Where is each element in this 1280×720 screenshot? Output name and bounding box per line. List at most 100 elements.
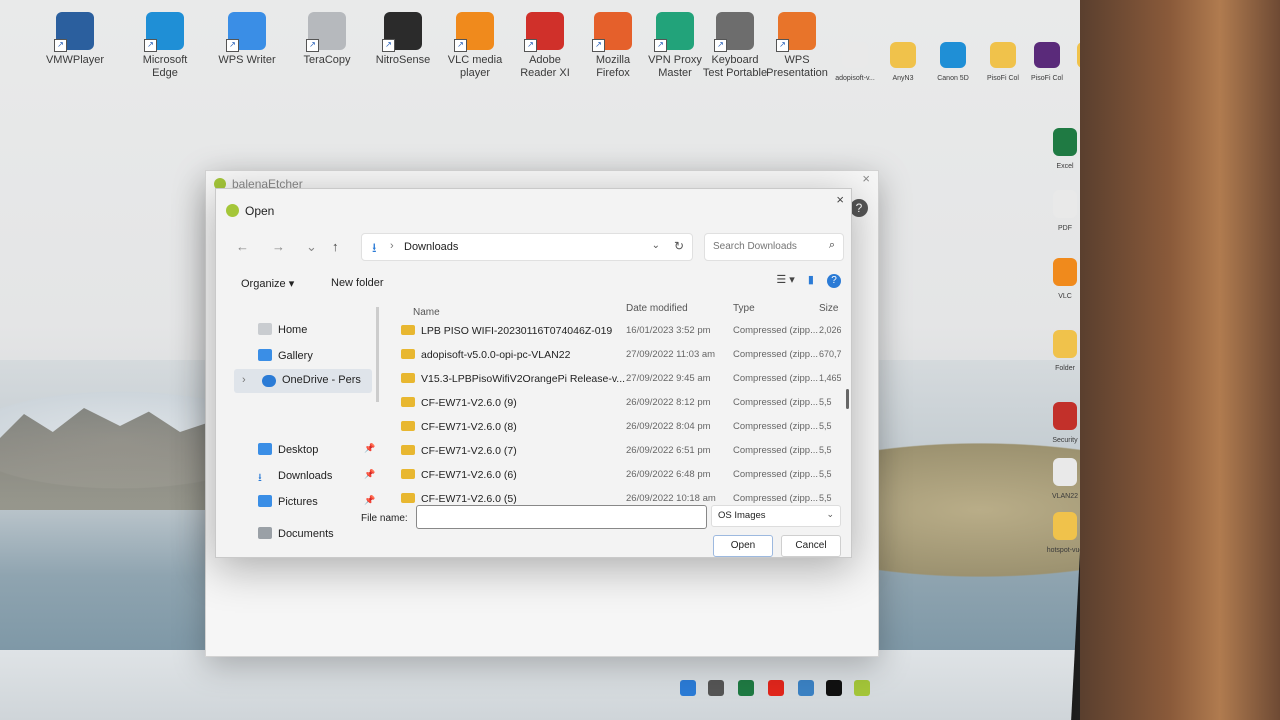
nav-label: OneDrive - Pers <box>282 374 361 386</box>
nav-item-gallery[interactable]: Gallery <box>258 349 313 362</box>
zip-folder-icon <box>401 325 415 335</box>
desktop-icon-label: Keyboard Test Portable <box>702 54 768 79</box>
file-row[interactable]: adopisoft-v5.0.0-opi-pc-VLAN22 27/09/2022… <box>401 345 841 367</box>
file-row[interactable]: CF-EW71-V2.6.0 (7) 26/09/2022 6:51 pm Comp… <box>401 441 841 463</box>
desktop-icon-label: TeraCopy <box>303 54 351 66</box>
dialog-footer: File name: OS Images ⌄ Open Cancel <box>216 505 851 557</box>
app-icon: ↗ <box>54 12 94 52</box>
open-dialog: Open × ← → ⌄ ↑ ⭳ › Downloads ⌄ ↻ ⌕ Organ… <box>215 188 852 558</box>
nav-label: Desktop <box>278 444 319 456</box>
open-button[interactable]: Open <box>713 535 773 557</box>
taskbar-start-icon[interactable] <box>680 680 696 696</box>
nav-item-desktop[interactable]: Desktop <box>258 443 318 456</box>
etcher-close-icon[interactable]: × <box>862 171 870 186</box>
desktop-icon-label: Microsoft Edge <box>142 54 188 79</box>
forward-icon[interactable]: → <box>272 239 285 254</box>
shortcut-arrow-icon: ↗ <box>306 39 319 52</box>
taskbar-tiktok-icon[interactable] <box>826 680 842 696</box>
taskbar-app-icon[interactable] <box>708 680 724 696</box>
desktop-icon <box>258 443 272 455</box>
column-header-type[interactable]: Type <box>733 303 755 314</box>
up-icon[interactable]: ↑ <box>332 239 339 254</box>
refresh-icon[interactable]: ↻ <box>674 239 684 253</box>
app-icon: ↗ <box>524 12 564 52</box>
pane-divider[interactable] <box>376 307 379 402</box>
nav-item-onedrive[interactable]: › OneDrive - Pers <box>234 369 372 393</box>
desktop-icon[interactable]: ↗ VLC media player <box>440 12 510 80</box>
taskbar-excel-icon[interactable] <box>738 680 754 696</box>
file-name-text: CF-EW71-V2.6.0 (5) <box>421 493 517 505</box>
file-row[interactable]: CF-EW71-V2.6.0 (9) 26/09/2022 8:12 pm Comp… <box>401 393 841 415</box>
search-box[interactable]: ⌕ <box>704 233 844 261</box>
new-folder-button[interactable]: New folder <box>331 277 384 289</box>
chevron-down-icon[interactable]: ⌄ <box>652 240 660 251</box>
nav-label: Downloads <box>278 470 333 482</box>
file-list: Name Date modified Type Size LPB PISO WI… <box>401 297 841 527</box>
app-icon: ↗ <box>226 12 266 52</box>
desktop-icon[interactable]: ↗ Adobe Reader XI <box>510 12 580 80</box>
column-header-date[interactable]: Date modified <box>626 303 688 314</box>
file-row[interactable]: CF-EW71-V2.6.0 (6) 26/09/2022 6:48 pm Comp… <box>401 465 841 487</box>
file-row[interactable]: V15.3-LPBPisoWifiV2OrangePi Release-v...… <box>401 369 841 391</box>
desktop-icon[interactable]: ↗ Mozilla Firefox <box>578 12 648 80</box>
file-name-text: adopisoft-v5.0.0-opi-pc-VLAN22 <box>421 349 571 361</box>
view-options-icon[interactable]: ☰ ▾ <box>776 273 794 286</box>
scrollbar-thumb[interactable] <box>846 389 849 409</box>
app-icon: ↗ <box>144 12 184 52</box>
column-header-name[interactable]: Name <box>413 307 440 318</box>
help-icon[interactable]: ? <box>827 274 841 288</box>
close-icon[interactable]: × <box>836 192 844 207</box>
desktop-icon[interactable]: ↗ WPS Writer <box>212 12 282 67</box>
desktop-icon[interactable]: ↗ NitroSense <box>368 12 438 67</box>
taskbar-chrome-icon[interactable] <box>798 680 814 696</box>
organize-button[interactable]: Organize ▾ <box>241 277 294 290</box>
file-name-text: LPB PISO WIFI-20230116T074046Z-019 <box>421 325 613 337</box>
cancel-button[interactable]: Cancel <box>781 535 841 557</box>
file-type-select[interactable]: OS Images ⌄ <box>711 505 841 527</box>
file-list-scrollbar[interactable] <box>846 299 849 499</box>
app-icon <box>890 42 916 68</box>
search-icon[interactable]: ⌕ <box>829 239 835 252</box>
address-bar[interactable]: ⭳ › Downloads ⌄ ↻ <box>361 233 693 261</box>
recent-locations-icon[interactable]: ⌄ <box>306 239 317 255</box>
breadcrumb-separator: › <box>390 240 394 252</box>
app-icon <box>1053 458 1077 486</box>
shortcut-arrow-icon: ↗ <box>54 39 67 52</box>
app-icon: ↗ <box>592 12 632 52</box>
search-input[interactable] <box>711 240 825 253</box>
preview-pane-icon[interactable]: ▮ <box>808 273 814 286</box>
command-bar: Organize ▾ New folder ☰ ▾ ▮ ? <box>216 271 851 297</box>
taskbar-etcher-icon[interactable] <box>854 680 870 696</box>
file-name-cell: adopisoft-v5.0.0-opi-pc-VLAN22 <box>401 349 570 361</box>
desktop-icon[interactable]: ↗ TeraCopy <box>292 12 362 67</box>
file-date-cell: 26/09/2022 6:51 pm <box>626 445 711 456</box>
breadcrumb-downloads[interactable]: Downloads <box>404 241 458 253</box>
desktop-icon[interactable]: ↗ Keyboard Test Portable <box>700 12 770 80</box>
room-background <box>1080 0 1280 720</box>
file-name-cell: CF-EW71-V2.6.0 (6) <box>401 469 517 481</box>
file-name-text: CF-EW71-V2.6.0 (9) <box>421 397 517 409</box>
desktop-icon[interactable]: ↗ Microsoft Edge <box>130 12 200 80</box>
pin-icon[interactable]: 📌 <box>364 469 375 480</box>
desktop-icon[interactable]: ↗ VMWPlayer <box>40 12 110 67</box>
column-header-size[interactable]: Size <box>819 303 838 314</box>
taskbar-youtube-icon[interactable] <box>768 680 784 696</box>
file-size-cell: 5,5 <box>819 421 832 431</box>
file-name-input[interactable] <box>416 505 707 529</box>
nav-item-downloads[interactable]: ⭳ Downloads <box>258 469 333 484</box>
help-icon[interactable]: ? <box>850 199 868 217</box>
app-icon <box>1053 258 1077 286</box>
pin-icon[interactable]: 📌 <box>364 443 375 454</box>
file-row[interactable]: LPB PISO WIFI-20230116T074046Z-019 16/01/… <box>401 321 841 343</box>
chevron-right-icon[interactable]: › <box>242 374 246 386</box>
zip-folder-icon <box>401 493 415 503</box>
back-icon[interactable]: ← <box>236 239 249 254</box>
desktop-icon-label: VLC media player <box>447 54 503 79</box>
file-row[interactable]: CF-EW71-V2.6.0 (8) 26/09/2022 8:04 pm Comp… <box>401 417 841 439</box>
file-type-cell: Compressed (zipp... <box>733 373 819 384</box>
file-type-cell: Compressed (zipp... <box>733 421 819 432</box>
chevron-down-icon: ⌄ <box>826 509 834 519</box>
file-size-cell: 5,5 <box>819 469 832 479</box>
nav-item-home[interactable]: Home <box>258 323 307 336</box>
monitor-screen: ↗ VMWPlayer ↗ Microsoft Edge ↗ WPS Writer ↗ Ter… <box>0 0 1105 720</box>
